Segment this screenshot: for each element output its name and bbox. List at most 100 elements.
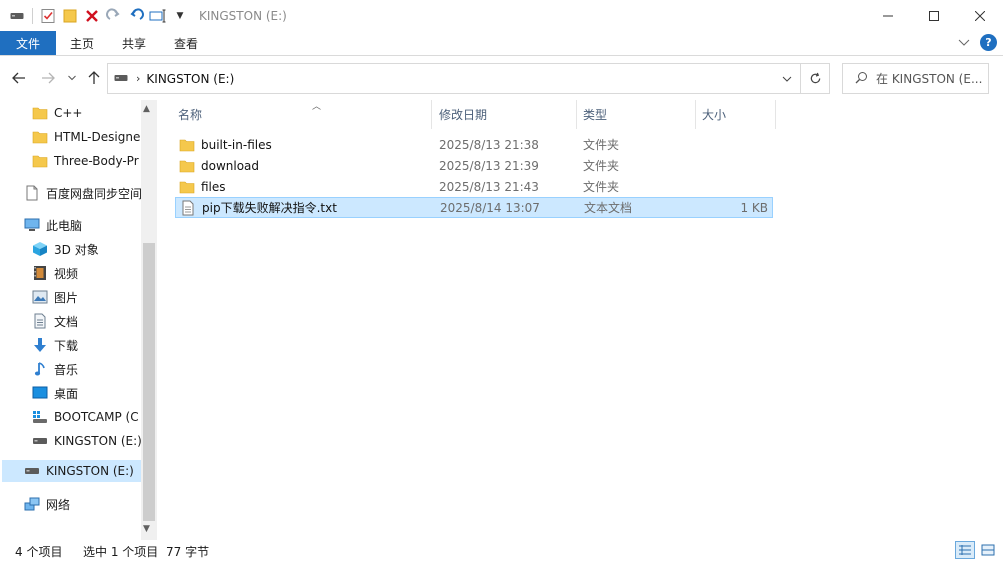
window-controls — [865, 0, 1003, 31]
nav-item-3d-objects[interactable]: 3D 对象 — [32, 238, 99, 260]
file-size: 1 KB — [740, 200, 768, 215]
tab-home[interactable]: 主页 — [56, 31, 108, 55]
file-date: 2025/8/14 13:07 — [440, 200, 540, 215]
tab-file[interactable]: 文件 — [0, 31, 57, 55]
document-icon — [32, 313, 48, 329]
maximize-button[interactable] — [911, 0, 957, 31]
recent-locations-icon[interactable] — [64, 70, 80, 86]
folder-icon — [32, 153, 48, 169]
nav-item-network[interactable]: 网络 — [24, 493, 70, 515]
address-row: › KINGSTON (E:) 在 KINGSTON (E... — [0, 56, 1003, 100]
video-icon — [32, 265, 48, 281]
nav-item-documents[interactable]: 文档 — [32, 310, 78, 332]
text-file-icon — [180, 200, 196, 216]
search-icon — [855, 71, 868, 87]
table-row[interactable]: download 2025/8/13 21:39 文件夹 — [175, 155, 773, 176]
details-view-button[interactable] — [955, 541, 975, 559]
new-folder-icon[interactable] — [61, 7, 79, 25]
quick-access-toolbar: ▼ — [0, 0, 189, 31]
column-header-size[interactable]: 大小 — [696, 100, 776, 129]
forward-button[interactable] — [40, 70, 56, 86]
nav-item-three-body[interactable]: Three-Body-Pr — [32, 150, 139, 172]
expand-ribbon-icon[interactable] — [958, 36, 970, 50]
refresh-button[interactable] — [800, 63, 830, 94]
search-input[interactable]: 在 KINGSTON (E... — [842, 63, 989, 94]
usb-drive-icon — [24, 463, 40, 479]
nav-item-videos[interactable]: 视频 — [32, 262, 78, 284]
file-name: pip下载失败解决指令.txt — [202, 201, 337, 215]
delete-icon[interactable] — [83, 7, 101, 25]
nav-item-pictures[interactable]: 图片 — [32, 286, 78, 308]
nav-item-html-designer[interactable]: HTML-Designe — [32, 126, 140, 148]
nav-item-kingston-root[interactable]: KINGSTON (E:) — [2, 460, 141, 482]
file-date: 2025/8/13 21:38 — [439, 137, 539, 152]
column-header-name[interactable]: 名称 ︿ — [172, 100, 432, 129]
file-type: 文件夹 — [583, 180, 620, 194]
selected-count: 选中 1 个项目 — [83, 545, 159, 559]
scroll-up-icon[interactable]: ▲ — [143, 104, 150, 114]
music-icon — [32, 361, 48, 377]
folder-icon — [179, 137, 195, 153]
large-icons-view-button[interactable] — [978, 541, 998, 559]
up-button[interactable] — [86, 70, 102, 86]
navigation-pane: C++ HTML-Designe Three-Body-Pr 百度网盘同步空间 … — [0, 100, 157, 540]
tab-view[interactable]: 查看 — [160, 31, 212, 55]
selected-size: 77 字节 — [166, 545, 210, 559]
minimize-button[interactable] — [865, 0, 911, 31]
download-icon — [32, 337, 48, 353]
file-type: 文件夹 — [583, 138, 620, 152]
ribbon-right-controls: ? — [958, 34, 997, 51]
nav-item-music[interactable]: 音乐 — [32, 358, 78, 380]
item-count: 4 个项目 — [15, 545, 63, 559]
file-type: 文本文档 — [584, 201, 633, 215]
column-header-type[interactable]: 类型 — [577, 100, 696, 129]
computer-icon — [24, 217, 40, 233]
folder-icon — [179, 158, 195, 174]
picture-icon — [32, 289, 48, 305]
tab-share[interactable]: 共享 — [108, 31, 160, 55]
folder-icon — [179, 179, 195, 195]
cloud-sync-icon — [24, 185, 40, 201]
customize-toolbar-dropdown-icon[interactable]: ▼ — [171, 7, 189, 25]
table-row[interactable]: files 2025/8/13 21:43 文件夹 — [175, 176, 773, 197]
nav-item-kingston[interactable]: KINGSTON (E:) — [32, 430, 142, 452]
address-dropdown-icon[interactable] — [782, 72, 792, 86]
search-placeholder: 在 KINGSTON (E... — [876, 72, 983, 86]
help-icon[interactable]: ? — [980, 34, 997, 51]
ribbon-tabs: 文件 主页 共享 查看 ? — [0, 31, 1003, 56]
column-header-date[interactable]: 修改日期 — [433, 100, 577, 129]
window-title: KINGSTON (E:) — [199, 8, 287, 23]
close-button[interactable] — [957, 0, 1003, 31]
redo-icon[interactable] — [105, 7, 123, 25]
breadcrumb[interactable]: KINGSTON (E:) — [146, 72, 234, 86]
nav-item-cpp[interactable]: C++ — [32, 102, 83, 124]
file-type: 文件夹 — [583, 159, 620, 173]
folder-icon — [32, 129, 48, 145]
nav-item-downloads[interactable]: 下载 — [32, 334, 78, 356]
nav-item-baidu-sync[interactable]: 百度网盘同步空间 — [24, 182, 142, 204]
address-bar[interactable]: › KINGSTON (E:) — [107, 63, 801, 94]
file-date: 2025/8/13 21:39 — [439, 158, 539, 173]
cube-icon — [32, 241, 48, 257]
nav-item-bootcamp[interactable]: BOOTCAMP (C — [32, 406, 139, 428]
breadcrumb-chevron-icon[interactable]: › — [136, 72, 140, 85]
undo-icon[interactable] — [127, 7, 145, 25]
back-button[interactable] — [11, 70, 27, 86]
nav-scroll-thumb[interactable] — [143, 243, 155, 521]
drive-icon — [114, 72, 128, 86]
system-drive-icon — [32, 409, 48, 425]
nav-item-desktop[interactable]: 桌面 — [32, 382, 78, 404]
desktop-icon — [32, 385, 48, 401]
table-row-selected[interactable]: pip下载失败解决指令.txt 2025/8/14 13:07 文本文档 1 K… — [175, 197, 773, 218]
nav-item-this-pc[interactable]: 此电脑 — [24, 214, 82, 236]
folder-icon — [32, 105, 48, 121]
table-row[interactable]: built-in-files 2025/8/13 21:38 文件夹 — [175, 134, 773, 155]
sort-ascending-icon: ︿ — [312, 102, 322, 112]
file-list: 名称 ︿ 修改日期 类型 大小 built-in-files 2025/8/13… — [157, 100, 1003, 540]
scroll-down-icon[interactable]: ▼ — [143, 524, 150, 534]
title-bar: ▼ KINGSTON (E:) — [0, 0, 1003, 31]
properties-icon[interactable] — [39, 7, 57, 25]
rename-icon[interactable] — [149, 7, 167, 25]
usb-drive-icon — [32, 433, 48, 449]
status-bar: 4 个项目 选中 1 个项目 77 字节 — [0, 540, 1003, 563]
